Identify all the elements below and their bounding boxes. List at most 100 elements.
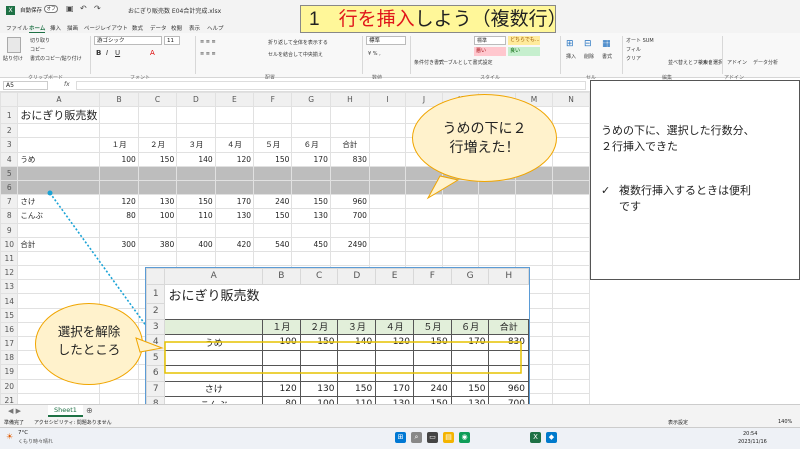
zoom-column-header: E [375, 268, 414, 285]
zoom-column-header: A [164, 268, 263, 285]
zoom-row-header: 6 [146, 365, 166, 382]
zoom-column-header: D [337, 268, 377, 285]
status-ready: 準備完了 [4, 420, 25, 426]
zoom-cell: １月 [261, 318, 301, 335]
zoom-cell: 合計 [488, 318, 529, 335]
zoom-cell [337, 365, 377, 382]
zoom-cell: 150 [450, 380, 490, 397]
zoom-cell [450, 349, 490, 366]
browser-icon[interactable]: ◉ [459, 432, 470, 443]
search-icon[interactable]: ⌕ [411, 432, 422, 443]
zoom-cell: 120 [261, 380, 301, 397]
zoom-row: 7 さけ 120 130 150 170 240 150 960 [146, 380, 529, 397]
zoom-column-header: F [412, 268, 452, 285]
zoom-corner [146, 268, 166, 285]
zoom-cell: 170 [375, 380, 414, 397]
add-sheet-icon[interactable]: ⊕ [86, 406, 93, 415]
zoom-row-header: 3 [146, 318, 166, 335]
weather-desc: くもり時々晴れ [18, 439, 54, 445]
zoom-cell [450, 365, 490, 382]
sheet-tab-sheet1[interactable]: Sheet1 [48, 405, 83, 417]
zoom-cell [376, 304, 414, 320]
zoom-cell [338, 304, 376, 320]
bubble2-line-1: 選択を解除 [57, 325, 121, 339]
zoom-cell [337, 349, 377, 366]
zoom-cell: 140 [337, 334, 377, 351]
zoom-cell: ５月 [412, 318, 452, 335]
zoom-cell [299, 365, 339, 382]
zoom-cell: さけ [164, 380, 263, 397]
zoom-column-header: H [488, 268, 529, 285]
zoom-cell [412, 365, 452, 382]
task-view-icon[interactable]: ▭ [427, 432, 438, 443]
zoom-cell: 240 [412, 380, 452, 397]
zoom-column-header: G [450, 268, 490, 285]
zoom-cell: ２月 [299, 318, 339, 335]
weather-icon[interactable]: ☀ [6, 432, 13, 441]
zoom-column-header: C [299, 268, 339, 285]
zoom-cell [300, 304, 338, 320]
zoom-column-header: B [261, 268, 301, 285]
zoom-cell: ３月 [337, 318, 377, 335]
zoom-cell [488, 365, 529, 382]
zoom-cell: 100 [261, 334, 301, 351]
zoom-cell [164, 365, 263, 382]
zoom-cell: 150 [412, 334, 452, 351]
zoom-cell [488, 349, 529, 366]
vscode-icon[interactable]: ◆ [546, 432, 557, 443]
zoom-cell [300, 284, 338, 304]
zoom-cell: 150 [337, 380, 377, 397]
zoom-row: 4 うめ 100 150 140 120 150 170 830 [146, 334, 529, 351]
display-settings-button[interactable]: 表示設定 [668, 419, 688, 426]
zoom-row: 3 １月 ２月 ３月 ４月 ５月 ６月 合計 [146, 318, 529, 335]
bubble2-line-2: したところ [57, 343, 121, 357]
zoom-cell [489, 284, 529, 304]
zoom-cell [376, 284, 414, 304]
zoom-cell [375, 365, 414, 382]
zoom-row-header: 4 [146, 334, 166, 351]
accessibility-status[interactable]: アクセシビリティ: 問題ありません [34, 419, 112, 426]
zoom-cell [489, 304, 529, 320]
sheet-tab-bar: ◀ ▶ Sheet1 ⊕ [0, 404, 800, 417]
zoom-cell: ６月 [450, 318, 490, 335]
zoom-cell [338, 284, 376, 304]
zoom-cell [164, 318, 263, 335]
start-icon[interactable]: ⊞ [395, 432, 406, 443]
zoom-cell [412, 349, 452, 366]
clock-date: 2023/11/16 [738, 439, 767, 445]
zoom-level[interactable]: 140% [778, 419, 792, 425]
zoom-cell [413, 304, 451, 320]
clock-time: 20:54 [743, 431, 758, 437]
zoom-row-header: 2 [146, 303, 166, 320]
zoom-cell: 960 [488, 380, 529, 397]
zoom-cell [413, 284, 451, 304]
zoom-row-header: 5 [146, 349, 166, 366]
status-bar: 準備完了 アクセシビリティ: 問題ありません 表示設定 140% [0, 417, 800, 427]
zoom-cell [165, 304, 263, 320]
connector-start-dot [47, 190, 53, 196]
zoom-row: 1 おにぎり販売数 [146, 283, 529, 304]
zoom-row: 5 [146, 349, 529, 366]
zoom-cell: おにぎり販売数 [168, 288, 260, 304]
zoom-cell [164, 349, 263, 366]
zoom-cell: 830 [488, 334, 529, 351]
zoom-cell [451, 284, 489, 304]
zoom-cell [261, 365, 301, 382]
callout-bubble-deselect: 選択を解除 したところ [35, 303, 143, 385]
zoom-cell [262, 304, 300, 320]
zoom-cell: 170 [450, 334, 490, 351]
zoom-cell: 130 [299, 380, 339, 397]
zoom-cell: ４月 [375, 318, 414, 335]
sheet-nav-icon[interactable]: ◀ ▶ [8, 407, 21, 415]
excel-taskbar-icon[interactable]: X [530, 432, 541, 443]
zoom-row-header: 1 [146, 283, 166, 304]
zoom-cell [451, 304, 489, 320]
zoom-row: 6 [146, 365, 529, 382]
zoom-column-header-row: ABCDEFGH [146, 268, 529, 285]
zoom-cell: 150 [299, 334, 339, 351]
zoom-row: 2 [146, 303, 529, 320]
zoom-cell [261, 349, 301, 366]
explorer-icon[interactable]: ▤ [443, 432, 454, 443]
weather-temp: 7°C [18, 430, 29, 436]
zoom-cell: うめ [164, 334, 263, 351]
